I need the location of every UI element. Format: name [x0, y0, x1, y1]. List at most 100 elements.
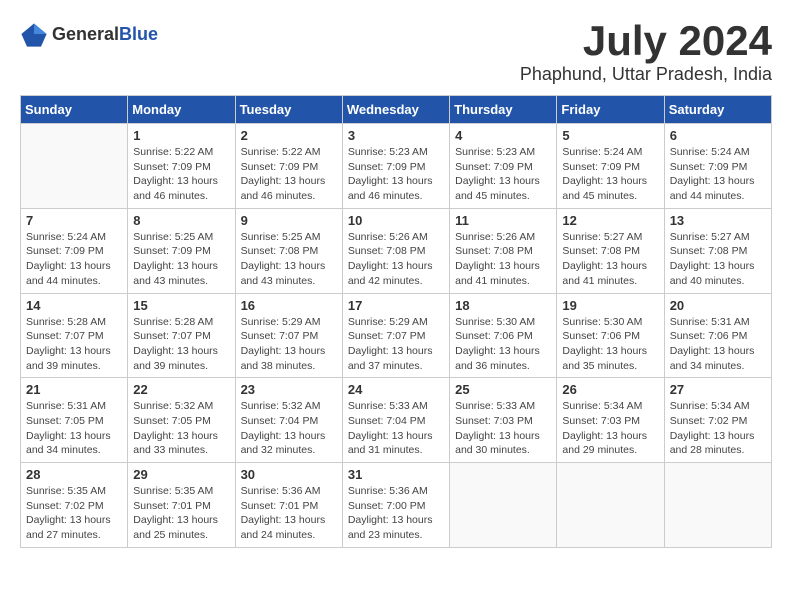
calendar-week-row: 1 Sunrise: 5:22 AMSunset: 7:09 PMDaylight… — [21, 124, 772, 209]
calendar-cell: 3Sunrise: 5:23 AMSunset: 7:09 PMDaylight… — [342, 124, 449, 209]
day-info: Sunrise: 5:25 AMSunset: 7:08 PMDaylight:… — [241, 230, 337, 289]
col-monday: Monday — [128, 96, 235, 124]
day-number: 18 — [455, 298, 551, 313]
day-number: 24 — [348, 382, 444, 397]
calendar-cell — [450, 463, 557, 548]
calendar-week-row: 21Sunrise: 5:31 AMSunset: 7:05 PMDayligh… — [21, 378, 772, 463]
day-info: Sunrise: 5:23 AMSunset: 7:09 PMDaylight:… — [455, 145, 551, 204]
calendar-cell: 31 Sunrise: 5:36 AMSunset: 7:00 PMDayligh… — [342, 463, 449, 548]
day-number: 23 — [241, 382, 337, 397]
calendar-cell: 15 Sunrise: 5:28 AMSunset: 7:07 PMDayligh… — [128, 293, 235, 378]
calendar-cell: 27 Sunrise: 5:34 AMSunset: 7:02 PMDayligh… — [664, 378, 771, 463]
day-info: Sunrise: 5:32 AMSunset: 7:04 PMDaylight:… — [241, 399, 337, 458]
day-number: 31 — [348, 467, 444, 482]
day-number: 19 — [562, 298, 658, 313]
calendar-header-row: Sunday Monday Tuesday Wednesday Thursday… — [21, 96, 772, 124]
day-number: 4 — [455, 128, 551, 143]
day-number: 16 — [241, 298, 337, 313]
day-info: Sunrise: 5:32 AMSunset: 7:05 PMDaylight:… — [133, 399, 229, 458]
day-number: 25 — [455, 382, 551, 397]
calendar-cell: 10 Sunrise: 5:26 AMSunset: 7:08 PMDayligh… — [342, 208, 449, 293]
day-info: Sunrise: 5:27 AMSunset: 7:08 PMDaylight:… — [670, 230, 766, 289]
day-info: Sunrise: 5:25 AMSunset: 7:09 PMDaylight:… — [133, 230, 229, 289]
calendar-cell: 14 Sunrise: 5:28 AMSunset: 7:07 PMDayligh… — [21, 293, 128, 378]
day-number: 7 — [26, 213, 122, 228]
day-info: Sunrise: 5:33 AMSunset: 7:03 PMDaylight:… — [455, 399, 551, 458]
calendar-cell: 7 Sunrise: 5:24 AMSunset: 7:09 PMDaylight… — [21, 208, 128, 293]
day-info: Sunrise: 5:23 AMSunset: 7:09 PMDaylight:… — [348, 145, 444, 204]
day-number: 17 — [348, 298, 444, 313]
calendar-cell: 18 Sunrise: 5:30 AMSunset: 7:06 PMDayligh… — [450, 293, 557, 378]
day-number: 11 — [455, 213, 551, 228]
calendar-cell: 11 Sunrise: 5:26 AMSunset: 7:08 PMDayligh… — [450, 208, 557, 293]
calendar-cell: 1Sunrise: 5:22 AMSunset: 7:09 PMDaylight… — [128, 124, 235, 209]
month-year-title: July 2024 — [520, 20, 772, 62]
calendar-cell: 5 Sunrise: 5:24 AMSunset: 7:09 PMDaylight… — [557, 124, 664, 209]
day-number: 26 — [562, 382, 658, 397]
calendar-cell: 12Sunrise: 5:27 AMSunset: 7:08 PMDayligh… — [557, 208, 664, 293]
day-info: Sunrise: 5:22 AMSunset: 7:09 PMDaylight:… — [241, 145, 337, 204]
calendar-cell: 2 Sunrise: 5:22 AMSunset: 7:09 PMDaylight… — [235, 124, 342, 209]
logo-general: GeneralBlue — [52, 24, 158, 45]
day-info: Sunrise: 5:24 AMSunset: 7:09 PMDaylight:… — [562, 145, 658, 204]
location-title: Phaphund, Uttar Pradesh, India — [520, 64, 772, 85]
day-info: Sunrise: 5:28 AMSunset: 7:07 PMDaylight:… — [26, 315, 122, 374]
day-number: 9 — [241, 213, 337, 228]
day-info: Sunrise: 5:31 AMSunset: 7:06 PMDaylight:… — [670, 315, 766, 374]
col-thursday: Thursday — [450, 96, 557, 124]
day-info: Sunrise: 5:33 AMSunset: 7:04 PMDaylight:… — [348, 399, 444, 458]
day-info: Sunrise: 5:35 AMSunset: 7:02 PMDaylight:… — [26, 484, 122, 543]
calendar-table: Sunday Monday Tuesday Wednesday Thursday… — [20, 95, 772, 548]
logo: GeneralBlue — [20, 20, 158, 48]
day-info: Sunrise: 5:34 AMSunset: 7:02 PMDaylight:… — [670, 399, 766, 458]
day-number: 29 — [133, 467, 229, 482]
calendar-cell: 19Sunrise: 5:30 AMSunset: 7:06 PMDayligh… — [557, 293, 664, 378]
day-number: 8 — [133, 213, 229, 228]
calendar-cell: 26Sunrise: 5:34 AMSunset: 7:03 PMDayligh… — [557, 378, 664, 463]
day-info: Sunrise: 5:29 AMSunset: 7:07 PMDaylight:… — [348, 315, 444, 374]
day-info: Sunrise: 5:30 AMSunset: 7:06 PMDaylight:… — [455, 315, 551, 374]
calendar-cell: 6 Sunrise: 5:24 AMSunset: 7:09 PMDaylight… — [664, 124, 771, 209]
day-number: 30 — [241, 467, 337, 482]
calendar-week-row: 14 Sunrise: 5:28 AMSunset: 7:07 PMDayligh… — [21, 293, 772, 378]
day-info: Sunrise: 5:36 AMSunset: 7:00 PMDaylight:… — [348, 484, 444, 543]
day-info: Sunrise: 5:36 AMSunset: 7:01 PMDaylight:… — [241, 484, 337, 543]
day-number: 22 — [133, 382, 229, 397]
calendar-cell: 23 Sunrise: 5:32 AMSunset: 7:04 PMDayligh… — [235, 378, 342, 463]
day-info: Sunrise: 5:24 AMSunset: 7:09 PMDaylight:… — [670, 145, 766, 204]
day-info: Sunrise: 5:27 AMSunset: 7:08 PMDaylight:… — [562, 230, 658, 289]
calendar-cell: 17 Sunrise: 5:29 AMSunset: 7:07 PMDayligh… — [342, 293, 449, 378]
day-number: 14 — [26, 298, 122, 313]
calendar-cell: 21Sunrise: 5:31 AMSunset: 7:05 PMDayligh… — [21, 378, 128, 463]
day-info: Sunrise: 5:28 AMSunset: 7:07 PMDaylight:… — [133, 315, 229, 374]
day-number: 10 — [348, 213, 444, 228]
day-number: 15 — [133, 298, 229, 313]
day-info: Sunrise: 5:26 AMSunset: 7:08 PMDaylight:… — [455, 230, 551, 289]
day-number: 13 — [670, 213, 766, 228]
day-info: Sunrise: 5:24 AMSunset: 7:09 PMDaylight:… — [26, 230, 122, 289]
calendar-cell: 28Sunrise: 5:35 AMSunset: 7:02 PMDayligh… — [21, 463, 128, 548]
day-number: 2 — [241, 128, 337, 143]
day-number: 1 — [133, 128, 229, 143]
day-info: Sunrise: 5:31 AMSunset: 7:05 PMDaylight:… — [26, 399, 122, 458]
col-sunday: Sunday — [21, 96, 128, 124]
calendar-cell: 8 Sunrise: 5:25 AMSunset: 7:09 PMDaylight… — [128, 208, 235, 293]
calendar-cell: 13 Sunrise: 5:27 AMSunset: 7:08 PMDayligh… — [664, 208, 771, 293]
col-tuesday: Tuesday — [235, 96, 342, 124]
calendar-cell: 4 Sunrise: 5:23 AMSunset: 7:09 PMDaylight… — [450, 124, 557, 209]
calendar-cell: 22 Sunrise: 5:32 AMSunset: 7:05 PMDayligh… — [128, 378, 235, 463]
calendar-cell — [664, 463, 771, 548]
day-number: 27 — [670, 382, 766, 397]
day-number: 5 — [562, 128, 658, 143]
calendar-week-row: 28Sunrise: 5:35 AMSunset: 7:02 PMDayligh… — [21, 463, 772, 548]
calendar-cell: 29Sunrise: 5:35 AMSunset: 7:01 PMDayligh… — [128, 463, 235, 548]
calendar-cell: 16Sunrise: 5:29 AMSunset: 7:07 PMDayligh… — [235, 293, 342, 378]
col-friday: Friday — [557, 96, 664, 124]
calendar-cell: 9 Sunrise: 5:25 AMSunset: 7:08 PMDaylight… — [235, 208, 342, 293]
calendar-cell: 20Sunrise: 5:31 AMSunset: 7:06 PMDayligh… — [664, 293, 771, 378]
calendar-week-row: 7 Sunrise: 5:24 AMSunset: 7:09 PMDaylight… — [21, 208, 772, 293]
day-number: 6 — [670, 128, 766, 143]
day-info: Sunrise: 5:26 AMSunset: 7:08 PMDaylight:… — [348, 230, 444, 289]
calendar-cell: 30 Sunrise: 5:36 AMSunset: 7:01 PMDayligh… — [235, 463, 342, 548]
calendar-cell: 24 Sunrise: 5:33 AMSunset: 7:04 PMDayligh… — [342, 378, 449, 463]
